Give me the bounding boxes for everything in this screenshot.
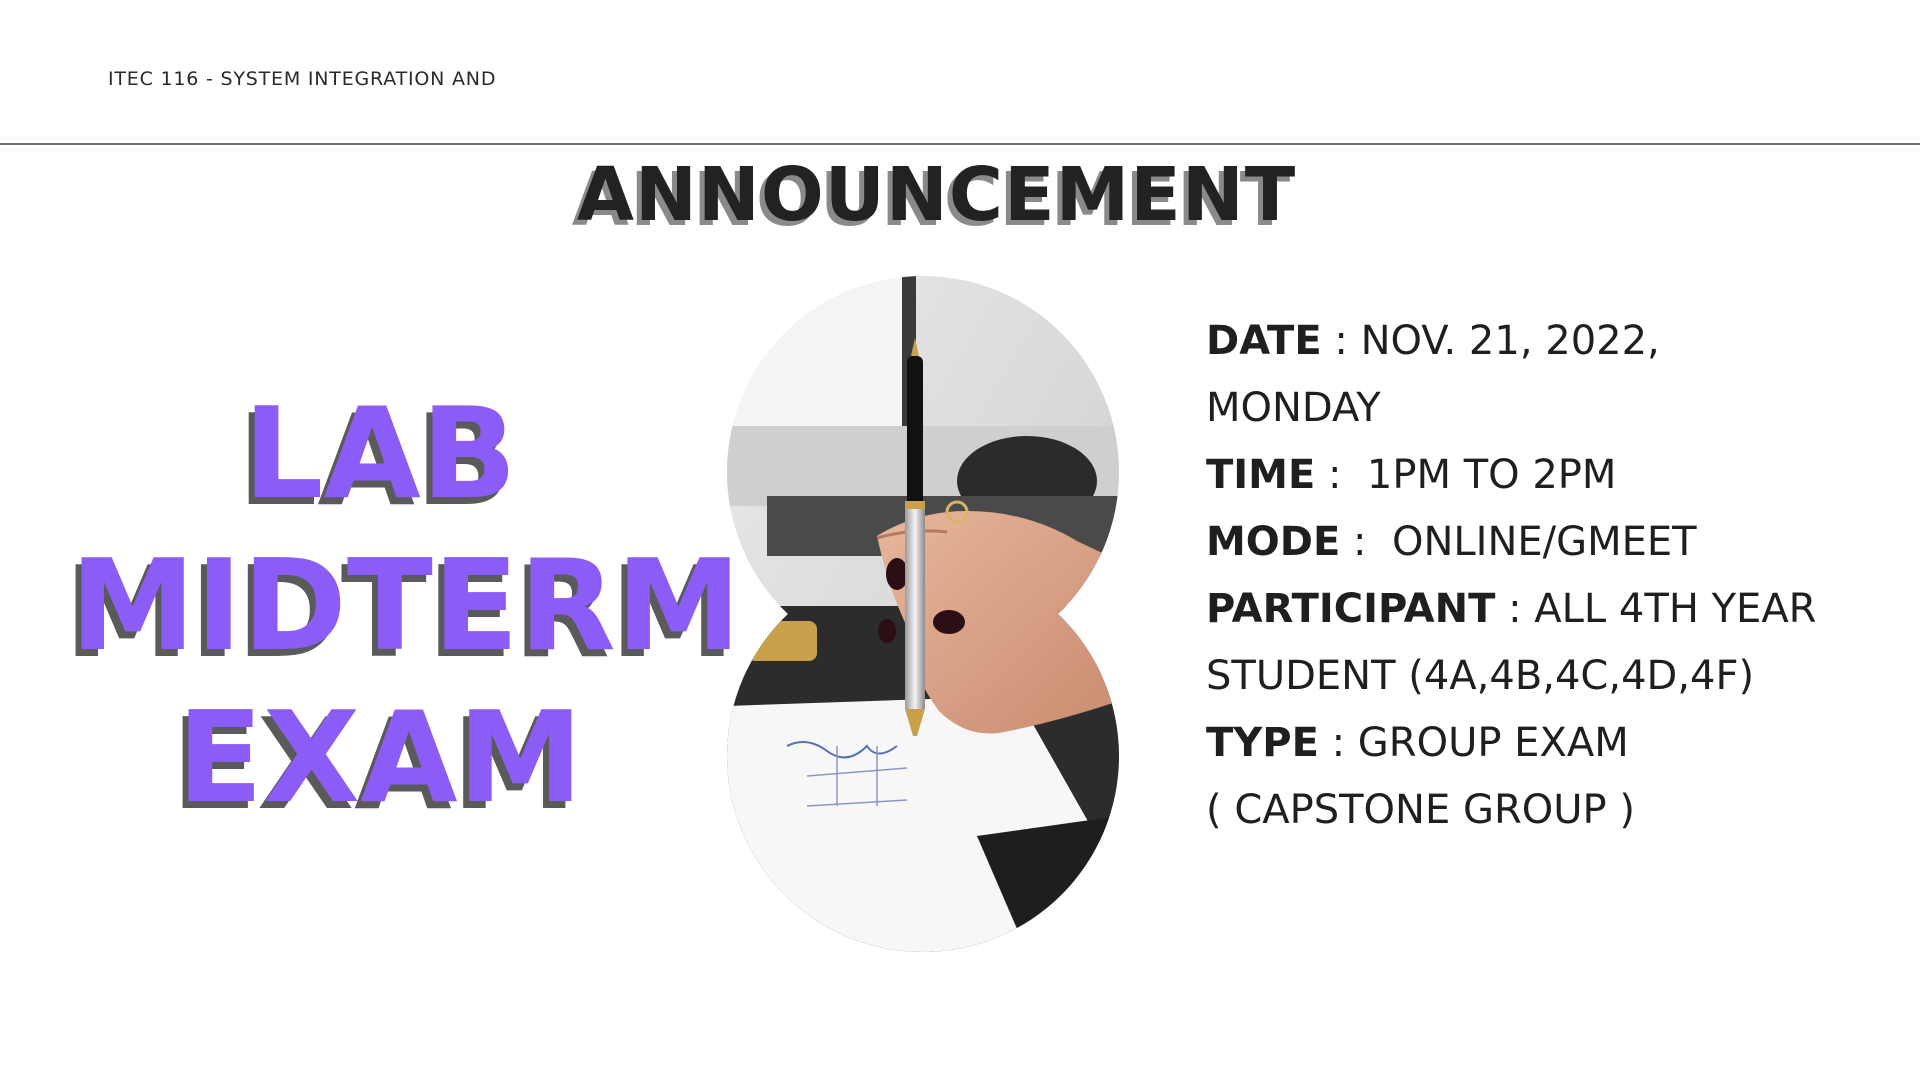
- time-label: TIME: [1206, 452, 1316, 498]
- exam-details: DATE : NOV. 21, 2022, MONDAY TIME : 1PM …: [1206, 308, 1906, 844]
- exam-title-line-1: LAB: [243, 380, 517, 527]
- time-separator: :: [1315, 452, 1367, 498]
- participant-sections-value: STUDENT (4A,4B,4C,4D,4F): [1206, 653, 1755, 699]
- participant-row: PARTICIPANT : ALL 4TH YEAR: [1206, 576, 1906, 643]
- exam-title-line-2: MIDTERM: [70, 532, 742, 679]
- mode-row: MODE : ONLINE/GMEET: [1206, 509, 1906, 576]
- type-label: TYPE: [1206, 720, 1319, 766]
- mode-value: ONLINE/GMEET: [1391, 519, 1697, 565]
- date-separator: :: [1321, 318, 1361, 364]
- type-group-value: ( CAPSTONE GROUP ): [1206, 787, 1635, 833]
- header-divider: [0, 143, 1920, 145]
- date-label: DATE: [1206, 318, 1322, 364]
- type-row-continued: ( CAPSTONE GROUP ): [1206, 777, 1906, 844]
- type-value: GROUP EXAM: [1357, 720, 1629, 766]
- date-row: DATE : NOV. 21, 2022,: [1206, 308, 1906, 375]
- type-separator: :: [1318, 720, 1358, 766]
- course-title: ITEC 116 - SYSTEM INTEGRATION AND: [108, 68, 497, 90]
- time-value: 1PM TO 2PM: [1366, 452, 1617, 498]
- mode-separator: :: [1340, 519, 1392, 565]
- date-day-value: MONDAY: [1206, 385, 1381, 431]
- date-value: NOV. 21, 2022,: [1360, 318, 1660, 364]
- mode-label: MODE: [1206, 519, 1341, 565]
- participant-value: ALL 4TH YEAR: [1534, 586, 1817, 632]
- writing-hand-photo: [727, 276, 1119, 952]
- exam-title: LAB MIDTERM EXAM: [70, 378, 742, 834]
- participant-row-continued: STUDENT (4A,4B,4C,4D,4F): [1206, 643, 1906, 710]
- type-row: TYPE : GROUP EXAM: [1206, 710, 1906, 777]
- date-row-continued: MONDAY: [1206, 375, 1906, 442]
- participant-label: PARTICIPANT: [1206, 586, 1496, 632]
- participant-separator: :: [1495, 586, 1535, 632]
- time-row: TIME : 1PM TO 2PM: [1206, 442, 1906, 509]
- announcement-heading: ANNOUNCEMENT: [576, 152, 1297, 238]
- announcement-slide: ITEC 116 - SYSTEM INTEGRATION AND ANNOUN…: [0, 0, 1920, 1080]
- exam-title-line-3: EXAM: [176, 684, 584, 831]
